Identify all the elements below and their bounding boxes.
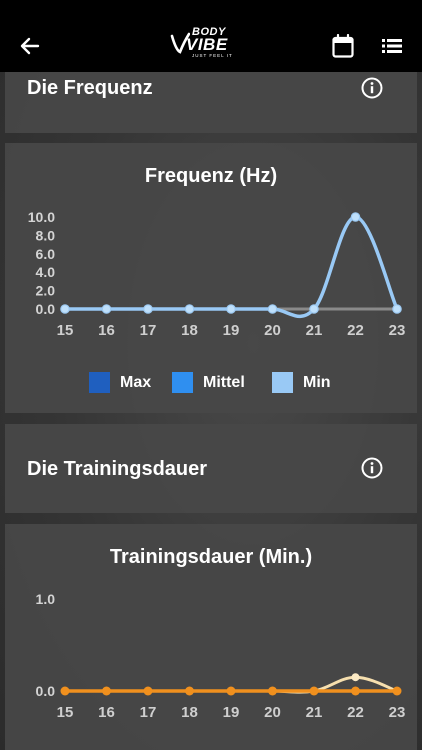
x-tick-label: 15 [57, 704, 74, 721]
duration-chart-card: Trainingsdauer (Min.) 0.0 1.0 15 16 17 18 19 20… [5, 524, 417, 750]
duration-point[interactable] [102, 686, 111, 696]
duration-chart: 0.0 1.0 15 16 17 18 19 20 21 22 23 [36, 591, 406, 721]
frequency-chart-card: Frequenz (Hz) 0.0 2.0 4.0 6.0 8.0 10.0 15 16 17 1… [5, 143, 417, 413]
calendar-icon[interactable] [332, 34, 354, 58]
legend-swatch-max [89, 372, 110, 393]
x-tick-label: 19 [223, 322, 240, 339]
x-tick-label: 21 [306, 322, 323, 339]
duration-point[interactable] [226, 686, 236, 696]
x-tick-label: 23 [389, 704, 406, 721]
y-tick-label: 4.0 [36, 264, 56, 280]
min-point[interactable] [101, 304, 112, 314]
list-menu-icon[interactable] [382, 38, 402, 54]
min-point[interactable] [309, 304, 319, 314]
x-tick-label: 19 [223, 704, 240, 721]
x-tick-label: 21 [306, 704, 323, 721]
top-bar: BODY VIBE JUST FEEL IT [0, 0, 422, 72]
x-tick-label: 18 [181, 322, 198, 339]
y-tick-label: 0.0 [36, 301, 56, 317]
legend-label-min: Min [303, 374, 331, 391]
duration-info-icon[interactable] [361, 457, 383, 479]
min-point[interactable] [226, 304, 236, 314]
x-tick-label: 17 [140, 322, 157, 339]
duration-point[interactable] [351, 686, 360, 696]
y-tick-label: 0.0 [36, 683, 56, 699]
x-tick-label: 16 [98, 322, 115, 339]
duration-section-header: Die Trainingsdauer [5, 424, 417, 513]
duration-point[interactable] [60, 686, 70, 696]
x-tick-label: 22 [347, 322, 364, 339]
frequency-legend: Max Mittel Min [5, 371, 417, 395]
min-line [63, 215, 399, 319]
y-tick-label: 8.0 [36, 227, 56, 243]
back-arrow-icon[interactable] [18, 34, 42, 58]
min-point[interactable] [350, 212, 361, 222]
legend-swatch-mittel [172, 372, 193, 393]
y-tick-label: 10.0 [28, 209, 55, 225]
legend-label-max: Max [120, 374, 152, 391]
frequency-section-title: Die Frequenz [27, 77, 153, 99]
y-tick-label: 2.0 [36, 283, 56, 299]
min-point[interactable] [184, 304, 195, 314]
y-tick-label: 1.0 [36, 591, 56, 607]
logo-text-main: VIBE [186, 35, 228, 54]
legend-label-mittel: Mittel [203, 374, 245, 391]
min-point[interactable] [143, 304, 153, 314]
y-tick-label: 6.0 [36, 246, 56, 262]
duration-secondary-point[interactable] [351, 673, 360, 682]
x-tick-label: 16 [98, 704, 115, 721]
app-logo: BODY VIBE JUST FEEL IT [170, 26, 252, 62]
frequency-info-icon[interactable] [361, 77, 383, 99]
x-tick-label: 22 [347, 704, 364, 721]
min-point[interactable] [60, 304, 70, 314]
x-tick-label: 20 [264, 322, 281, 339]
frequency-chart: 0.0 2.0 4.0 6.0 8.0 10.0 15 16 17 18 19 20 21 22 23 [28, 209, 406, 339]
min-point[interactable] [267, 304, 278, 314]
logo-tagline: JUST FEEL IT [192, 53, 233, 58]
duration-point[interactable] [185, 686, 194, 696]
duration-point[interactable] [268, 686, 277, 696]
x-tick-label: 15 [57, 322, 74, 339]
legend-swatch-min [272, 372, 293, 393]
x-tick-label: 20 [264, 704, 281, 721]
x-tick-label: 17 [140, 704, 157, 721]
x-tick-label: 18 [181, 704, 198, 721]
duration-point[interactable] [143, 686, 153, 696]
x-tick-label: 23 [389, 322, 406, 339]
duration-point[interactable] [309, 686, 319, 696]
min-point[interactable] [392, 304, 402, 314]
duration-point[interactable] [392, 686, 402, 696]
duration-section-title: Die Trainingsdauer [27, 458, 208, 480]
